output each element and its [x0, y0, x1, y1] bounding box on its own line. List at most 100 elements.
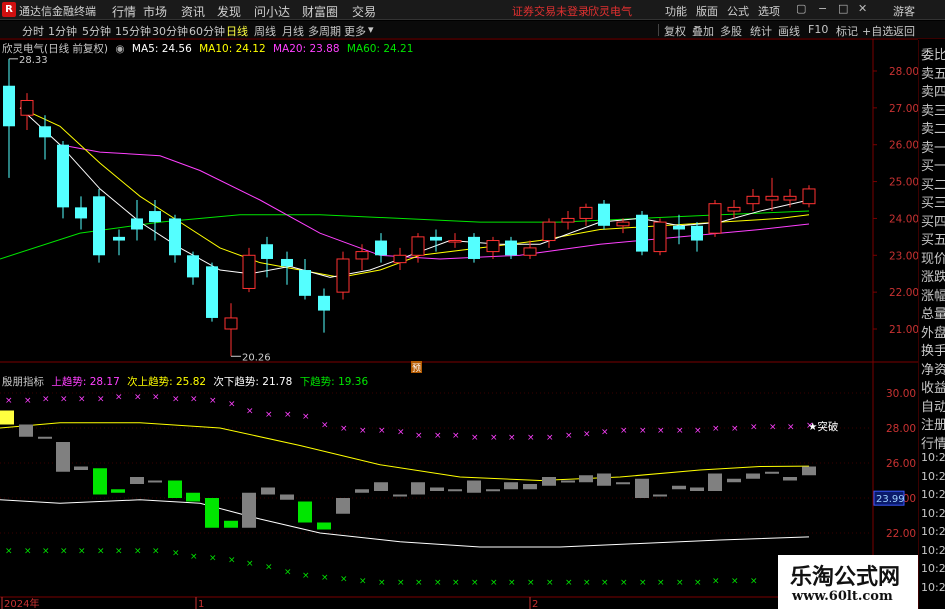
- period-5min[interactable]: 5分钟: [82, 23, 111, 39]
- indicator-axis: 30.0028.0026.0024.0022.0023.99: [873, 388, 916, 540]
- date-label: 2024年: [4, 597, 39, 609]
- indicator-block: [355, 489, 369, 493]
- period-30min[interactable]: 30分钟: [152, 23, 188, 39]
- period-1min[interactable]: 1分钟: [48, 23, 77, 39]
- indicator-block: [597, 473, 611, 486]
- price-tick-label: 21.00: [889, 324, 918, 336]
- period-15min[interactable]: 15分钟: [115, 23, 151, 39]
- settings-icon[interactable]: ◉: [115, 43, 124, 55]
- menu-discover[interactable]: 发现: [217, 3, 241, 20]
- guest-user[interactable]: 游客: [893, 3, 915, 19]
- indicator-grid: [0, 392, 873, 534]
- down-trend-mark: ×: [302, 571, 310, 581]
- menu-quotes[interactable]: 行情: [112, 3, 136, 20]
- indicator-block: [746, 473, 760, 479]
- candle-down: [131, 218, 143, 230]
- indicator-block: [672, 485, 686, 490]
- down-trend-mark: ×: [115, 547, 123, 557]
- multi-stock-button[interactable]: 多股: [720, 23, 742, 39]
- moving-average-lines: [0, 107, 810, 278]
- indicator-name[interactable]: 殷朋指标: [2, 376, 44, 388]
- menu-xiaoda[interactable]: 问小达: [254, 3, 290, 20]
- title-bar: R 通达信金融终端 行情 市场 资讯 发现 问小达 财富圈 交易 证券交易未登录…: [0, 0, 945, 20]
- app-title: 通达信金融终端: [19, 5, 96, 18]
- options-button[interactable]: 选项: [758, 3, 780, 19]
- toolbar-divider: [658, 24, 659, 36]
- price-tick-label: 22.00: [889, 287, 918, 299]
- menu-wealth[interactable]: 财富圈: [302, 3, 338, 20]
- more-dropdown-icon[interactable]: ▾: [368, 23, 374, 36]
- candle-up: [542, 221, 556, 242]
- mark-button[interactable]: 标记: [836, 23, 858, 39]
- period-monthly[interactable]: 月线: [282, 23, 304, 39]
- restore-icon[interactable]: ▢: [796, 2, 806, 15]
- up-trend-mark: ×: [378, 426, 386, 436]
- indicator-block: [93, 468, 107, 495]
- function-button[interactable]: 功能: [665, 3, 687, 19]
- draw-line-button[interactable]: 画线: [778, 23, 800, 39]
- period-weekly[interactable]: 周线: [254, 23, 276, 39]
- up-trend-mark: ×: [712, 424, 720, 434]
- candle-up: [653, 221, 667, 253]
- period-multi[interactable]: 多周期: [308, 23, 341, 39]
- indicator-block: [186, 492, 200, 502]
- down-trend-mark: ×: [601, 578, 609, 588]
- indicator-block: [148, 480, 162, 483]
- indicator-block: [635, 478, 649, 498]
- close-icon[interactable]: ✕: [858, 2, 867, 15]
- menu-trade[interactable]: 交易: [352, 3, 376, 20]
- down-trend-mark: ×: [209, 554, 217, 564]
- indicator-block: [0, 410, 14, 425]
- down-trend-mark: ×: [359, 576, 367, 586]
- menu-news[interactable]: 资讯: [181, 3, 205, 20]
- period-more[interactable]: 更多: [344, 23, 366, 39]
- candle-down: [430, 236, 442, 241]
- period-tick[interactable]: 分时: [22, 23, 44, 39]
- period-daily[interactable]: 日线: [226, 23, 248, 39]
- back-button[interactable]: 返回: [893, 23, 915, 39]
- candle-down: [187, 255, 199, 278]
- ma20-value: MA20: 23.88: [272, 43, 340, 55]
- candle-down: [206, 266, 218, 318]
- period-60min[interactable]: 60分钟: [189, 23, 225, 39]
- candle-down: [149, 211, 161, 223]
- login-status[interactable]: 证券交易未登录: [512, 3, 589, 19]
- quote-panel-item: 注册: [921, 418, 945, 433]
- indicator-block: [393, 494, 407, 497]
- up-trend-mark: ×: [228, 400, 236, 410]
- minimize-icon[interactable]: −: [818, 2, 827, 15]
- down-trend-mark: ×: [24, 547, 32, 557]
- quote-panel-item: 卖四: [921, 85, 945, 100]
- indicator-block: [430, 487, 444, 491]
- quote-panel-item: 净资: [921, 362, 945, 378]
- candle-up: [336, 258, 350, 293]
- low-marker-label: 20.26: [242, 352, 271, 363]
- adjust-button[interactable]: 复权: [664, 23, 686, 39]
- f10-button[interactable]: F10: [808, 23, 828, 36]
- candle-up: [708, 203, 722, 234]
- down-trend-mark: ×: [340, 575, 348, 585]
- menu-market[interactable]: 市场: [143, 3, 167, 20]
- up-trend-mark: ×: [620, 426, 628, 436]
- add-watchlist-button[interactable]: +自选: [862, 23, 893, 39]
- maximize-icon[interactable]: □: [838, 2, 848, 15]
- quote-panel-item: 10:20: [921, 525, 945, 538]
- stock-label[interactable]: 欣灵电气(日线 前复权): [2, 43, 108, 55]
- overlay-button[interactable]: 叠加: [692, 23, 714, 39]
- down-trend-mark: ×: [750, 576, 758, 586]
- chart-canvas[interactable]: 28.00 27.00 26.00 25.00 24.00 23.00 22.00 21.00…: [0, 39, 918, 609]
- stats-button[interactable]: 统计: [750, 23, 772, 39]
- up-trend-mark: ×: [284, 410, 292, 420]
- formula-button[interactable]: 公式: [727, 3, 749, 19]
- indicator-block: [130, 477, 144, 484]
- up-trend-mark: ×: [134, 393, 142, 403]
- indicator-block: [242, 492, 256, 528]
- up-trend-mark: ×: [434, 431, 442, 441]
- date-label: 2: [532, 599, 538, 609]
- down-trend-mark: ×: [42, 547, 50, 557]
- layout-button[interactable]: 版面: [696, 3, 718, 19]
- period-toolbar: 分时 1分钟 5分钟 15分钟 30分钟 60分钟 日线 周线 月线 多周期 更…: [0, 21, 945, 39]
- indicator-tick-label: 22.00: [886, 528, 916, 540]
- quote-panel-item: 卖三: [921, 103, 945, 119]
- up-trend-mark: ×: [302, 412, 310, 422]
